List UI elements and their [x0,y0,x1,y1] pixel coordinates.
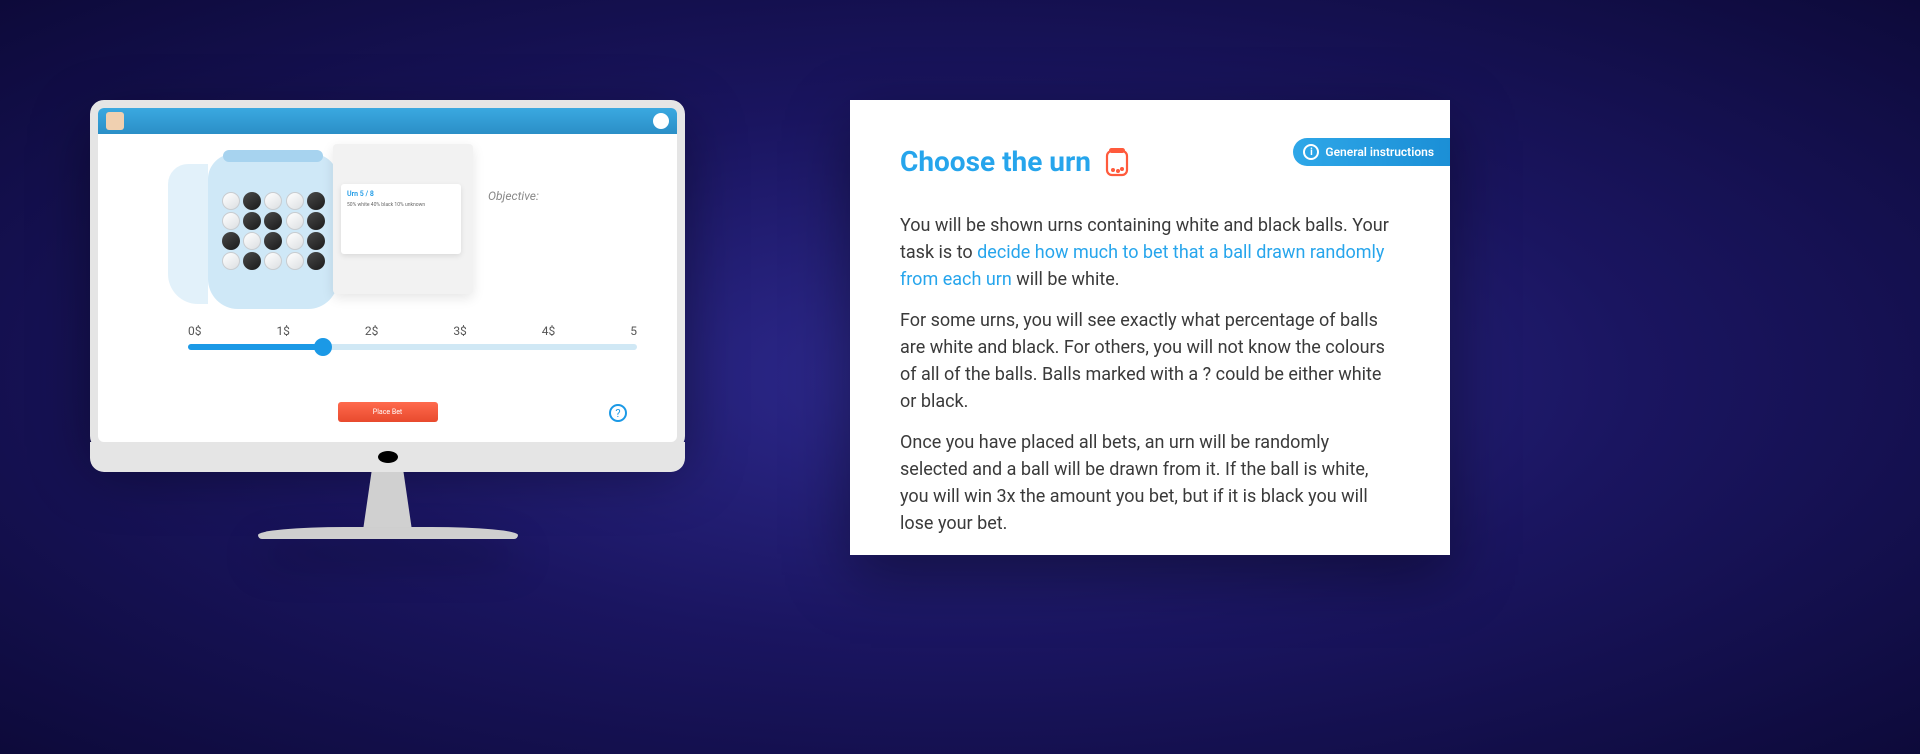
general-instructions-button[interactable]: i General instructions [1293,138,1450,166]
avatar [106,112,124,130]
objective-label: Objective: [488,189,539,203]
monitor-mockup: Urn 5 / 8 50% white 40% black 10% unknow… [90,100,685,539]
instruction-paragraph-3: Once you have placed all bets, an urn wi… [900,429,1400,537]
slider-tick: 0$ [188,324,202,338]
instruction-paragraph-2: For some urns, you will see exactly what… [900,307,1400,415]
monitor-screen: Urn 5 / 8 50% white 40% black 10% unknow… [90,100,685,450]
slider-thumb[interactable] [314,338,332,356]
urn-illustration [208,154,353,314]
instruction-card: i General instructions Choose the urn Yo… [850,100,1450,555]
slider-tick: 5 [630,324,637,338]
monitor-base [258,527,518,539]
help-icon[interactable]: ? [609,404,627,422]
urn-shadow [168,164,208,304]
monitor-stand [348,472,428,527]
header-logo-icon [653,113,669,129]
app-header [98,108,677,134]
slider-tick: 2$ [365,324,379,338]
urn-info-title: Urn 5 / 8 [347,190,455,198]
slider-track[interactable] [188,344,637,350]
card-title: Choose the urn [900,145,1091,178]
general-instructions-label: General instructions [1325,145,1434,159]
slider-tick: 1$ [276,324,290,338]
slider-tick: 4$ [542,324,556,338]
place-bet-label: Place Bet [373,408,402,416]
slider-ticks: 0$ 1$ 2$ 3$ 4$ 5 [188,324,637,338]
urn-info-card: Urn 5 / 8 50% white 40% black 10% unknow… [333,144,473,294]
monitor-chin [90,442,685,472]
place-bet-button[interactable]: Place Bet [338,402,438,422]
info-icon: i [1303,144,1319,160]
urn-info-lines: 50% white 40% black 10% unknown [347,202,455,209]
card-body: You will be shown urns containing white … [900,212,1400,537]
app-body: Urn 5 / 8 50% white 40% black 10% unknow… [98,134,677,442]
urn-balls [222,192,326,270]
bet-slider[interactable]: 0$ 1$ 2$ 3$ 4$ 5 [188,324,637,350]
instruction-paragraph-1: You will be shown urns containing white … [900,212,1400,293]
monitor-power-button [378,451,398,463]
slider-tick: 3$ [453,324,467,338]
urn-icon [1105,147,1129,177]
